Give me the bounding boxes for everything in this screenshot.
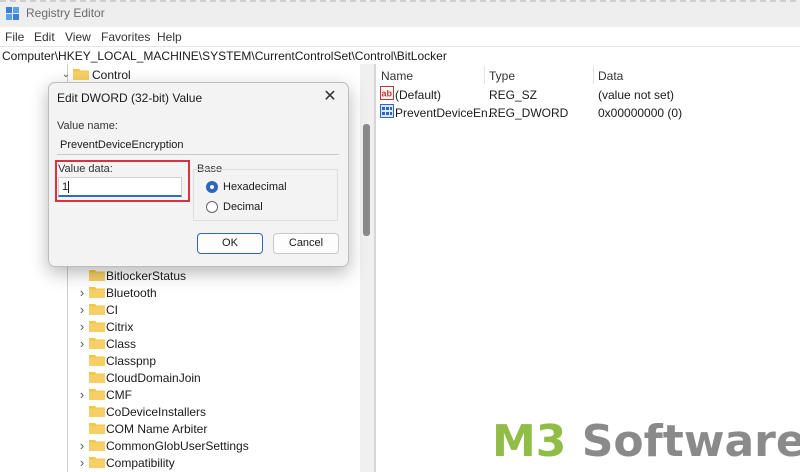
background-strip xyxy=(0,0,800,2)
folder-icon xyxy=(89,321,105,332)
tree-item-label: Citrix xyxy=(106,320,134,334)
tree-item[interactable]: › CMF xyxy=(0,386,360,403)
decimal-label[interactable]: Decimal xyxy=(223,201,263,213)
tree-item-label: Bluetooth xyxy=(106,286,157,300)
column-divider[interactable] xyxy=(593,66,594,84)
tree-item[interactable]: BitlockerStatus xyxy=(0,267,360,284)
column-header-type[interactable]: Type xyxy=(489,69,515,83)
tree-item[interactable]: COM Name Arbiter xyxy=(0,420,360,437)
chevron-right-icon[interactable]: › xyxy=(77,337,87,350)
tree-item-label: COM Name Arbiter xyxy=(106,422,208,436)
tree-item-label: BitlockerStatus xyxy=(106,269,187,283)
tree-item-label: CoDeviceInstallers xyxy=(106,405,207,419)
folder-icon xyxy=(89,287,105,298)
list-row-default[interactable]: ab (Default) REG_SZ (value not set) xyxy=(376,85,800,103)
tree-item[interactable]: › Compatibility xyxy=(0,454,360,471)
registry-editor-icon xyxy=(6,7,19,20)
tree-item-control[interactable]: ⌄ Control xyxy=(0,66,360,83)
value-data-label: Value data: xyxy=(58,163,113,175)
chevron-right-icon[interactable]: › xyxy=(77,320,87,333)
values-list-pane: Name Type Data ab (Default) REG_SZ (valu… xyxy=(376,64,800,472)
cancel-button[interactable]: Cancel xyxy=(273,233,339,254)
folder-icon xyxy=(89,423,105,434)
chevron-right-icon[interactable]: › xyxy=(77,303,87,316)
menu-favorites[interactable]: Favorites xyxy=(101,30,150,44)
decimal-radio[interactable] xyxy=(206,201,218,213)
value-name-label: Value name: xyxy=(57,120,118,132)
tree-item[interactable]: › CommonGlobUserSettings xyxy=(0,437,360,454)
column-header-data[interactable]: Data xyxy=(598,69,623,83)
title-bar: Registry Editor xyxy=(0,0,800,27)
tree-item-label: Classpnp xyxy=(106,354,157,368)
tree-item[interactable]: Classpnp xyxy=(0,352,360,369)
menu-help[interactable]: Help xyxy=(157,30,182,44)
tree-item-label: Control xyxy=(92,68,131,82)
tree-item-label: CommonGlobUserSettings xyxy=(106,439,249,453)
chevron-down-icon[interactable]: ⌄ xyxy=(61,70,71,80)
value-name-text: PreventDeviceEncryption xyxy=(60,139,184,151)
tree-item-label: Class xyxy=(106,337,137,351)
tree-item-label: CMF xyxy=(106,388,132,402)
folder-icon xyxy=(89,389,105,400)
value-data-input[interactable]: 1 xyxy=(58,177,182,197)
menu-bar: File Edit View Favorites Help xyxy=(0,27,800,45)
menu-file[interactable]: File xyxy=(5,30,24,44)
base-group: Hexadecimal Decimal xyxy=(193,169,338,221)
value-type: REG_DWORD xyxy=(489,106,569,120)
menu-edit[interactable]: Edit xyxy=(34,30,55,44)
chevron-right-icon[interactable]: › xyxy=(77,456,87,469)
tree-item-label: CI xyxy=(106,303,118,317)
text-caret xyxy=(68,181,69,193)
menu-view[interactable]: View xyxy=(65,30,91,44)
folder-icon xyxy=(89,304,105,315)
close-icon[interactable]: ✕ xyxy=(321,88,339,106)
address-path[interactable]: Computer\HKEY_LOCAL_MACHINE\SYSTEM\Curre… xyxy=(2,49,447,63)
value-data: 0x00000000 (0) xyxy=(598,106,683,120)
scrollbar-thumb[interactable] xyxy=(363,124,370,236)
folder-icon xyxy=(89,338,105,349)
folder-icon xyxy=(89,355,105,366)
tree-item[interactable]: › CI xyxy=(0,301,360,318)
value-name-field: PreventDeviceEncryption xyxy=(57,135,339,155)
tree-item[interactable]: › Citrix xyxy=(0,318,360,335)
dword-value-icon xyxy=(380,104,394,118)
folder-icon xyxy=(89,406,105,417)
tree-item[interactable]: › Class xyxy=(0,335,360,352)
folder-icon xyxy=(89,457,105,468)
ok-button[interactable]: OK xyxy=(197,233,263,254)
address-bar[interactable]: Computer\HKEY_LOCAL_MACHINE\SYSTEM\Curre… xyxy=(0,46,800,66)
folder-icon xyxy=(89,372,105,383)
watermark-software: Software xyxy=(566,416,800,467)
svg-text:ab: ab xyxy=(382,89,393,99)
column-header-name[interactable]: Name xyxy=(381,69,413,83)
folder-icon xyxy=(73,69,89,80)
hexadecimal-radio[interactable] xyxy=(206,181,218,193)
dialog-title: Edit DWORD (32-bit) Value xyxy=(57,91,203,105)
window-title: Registry Editor xyxy=(26,6,105,20)
tree-scrollbar[interactable] xyxy=(360,64,374,472)
tree-item[interactable]: CloudDomainJoin xyxy=(0,369,360,386)
value-name: PreventDeviceEn... xyxy=(395,106,498,120)
value-name: (Default) xyxy=(395,88,442,102)
watermark-m3: M3 xyxy=(492,416,567,467)
tree-item[interactable]: › Bluetooth xyxy=(0,284,360,301)
tree-item-label: Compatibility xyxy=(106,456,175,470)
hexadecimal-label[interactable]: Hexadecimal xyxy=(223,181,287,193)
tree-item-label: CloudDomainJoin xyxy=(106,371,201,385)
m3-software-watermark: M3 Software xyxy=(492,418,800,466)
folder-icon xyxy=(89,270,105,281)
chevron-right-icon[interactable]: › xyxy=(77,286,87,299)
value-data: (value not set) xyxy=(598,88,675,102)
edit-dword-dialog: Edit DWORD (32-bit) Value ✕ Value name: … xyxy=(48,82,349,267)
tree-item[interactable]: CoDeviceInstallers xyxy=(0,403,360,420)
value-type: REG_SZ xyxy=(489,88,538,102)
chevron-right-icon[interactable]: › xyxy=(77,388,87,401)
column-divider[interactable] xyxy=(484,66,485,84)
string-value-icon: ab xyxy=(380,86,394,100)
folder-icon xyxy=(89,440,105,451)
list-row-prevent-device-encryption[interactable]: PreventDeviceEn... REG_DWORD 0x00000000 … xyxy=(376,103,800,121)
chevron-right-icon[interactable]: › xyxy=(77,439,87,452)
